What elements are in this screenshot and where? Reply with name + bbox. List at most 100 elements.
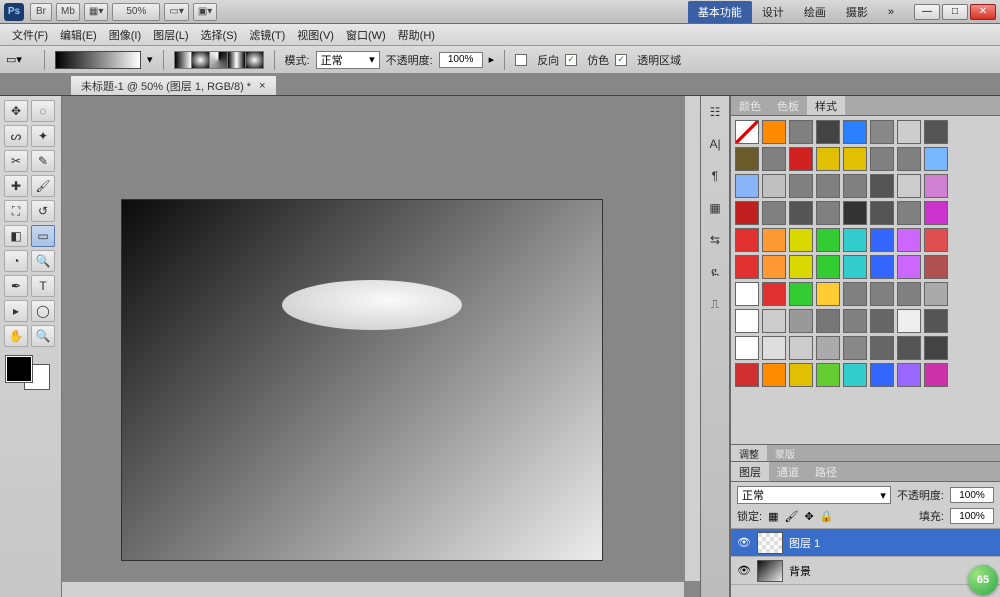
- workspace-design[interactable]: 设计: [752, 1, 794, 23]
- style-swatch[interactable]: [924, 282, 948, 306]
- style-swatch[interactable]: [843, 120, 867, 144]
- visibility-icon[interactable]: 👁: [737, 536, 751, 550]
- style-swatch[interactable]: [816, 147, 840, 171]
- menu-image[interactable]: 图像(I): [103, 27, 147, 43]
- lock-transparent-icon[interactable]: ▦: [768, 510, 778, 523]
- style-swatch[interactable]: [897, 282, 921, 306]
- panel-icon[interactable]: ¶: [705, 166, 725, 186]
- style-swatch[interactable]: [924, 255, 948, 279]
- eraser-tool[interactable]: ◧: [4, 225, 28, 247]
- style-swatch[interactable]: [897, 255, 921, 279]
- style-swatch[interactable]: [870, 363, 894, 387]
- style-swatch[interactable]: [735, 201, 759, 225]
- vertical-scrollbar[interactable]: [684, 96, 700, 581]
- bridge-button[interactable]: Br: [30, 3, 52, 21]
- style-swatch[interactable]: [762, 309, 786, 333]
- panel-icon[interactable]: ☷: [705, 102, 725, 122]
- menu-help[interactable]: 帮助(H): [392, 27, 441, 43]
- lock-pixels-icon[interactable]: 🖌: [784, 510, 798, 523]
- style-swatch[interactable]: [870, 174, 894, 198]
- style-swatch[interactable]: [789, 282, 813, 306]
- menu-view[interactable]: 视图(V): [291, 27, 340, 43]
- style-swatch[interactable]: [924, 201, 948, 225]
- panel-icon[interactable]: ▦: [705, 198, 725, 218]
- hand-tool[interactable]: ✋: [4, 325, 28, 347]
- fill-field[interactable]: 100%: [950, 508, 994, 524]
- style-swatch[interactable]: [762, 282, 786, 306]
- style-swatch[interactable]: [924, 120, 948, 144]
- gradient-preview[interactable]: [55, 51, 141, 69]
- dither-checkbox[interactable]: ✓: [565, 54, 577, 66]
- layer-opacity-field[interactable]: 100%: [950, 487, 994, 503]
- eyedropper-tool[interactable]: ✎: [31, 150, 55, 172]
- style-swatch[interactable]: [735, 282, 759, 306]
- style-swatch[interactable]: [735, 228, 759, 252]
- style-swatch[interactable]: [789, 336, 813, 360]
- gradient-diamond[interactable]: [246, 52, 263, 68]
- style-swatch[interactable]: [789, 201, 813, 225]
- style-swatch[interactable]: [816, 255, 840, 279]
- style-swatch[interactable]: [843, 174, 867, 198]
- style-swatch[interactable]: [762, 228, 786, 252]
- close-icon[interactable]: ×: [259, 80, 265, 92]
- style-swatch[interactable]: [816, 228, 840, 252]
- workspace-essentials[interactable]: 基本功能: [688, 1, 752, 23]
- visibility-icon[interactable]: 👁: [737, 564, 751, 578]
- reverse-checkbox[interactable]: [515, 54, 527, 66]
- menu-layer[interactable]: 图层(L): [147, 27, 194, 43]
- tab-layers[interactable]: 图层: [731, 462, 769, 481]
- tab-adjustments[interactable]: 调整: [731, 445, 767, 461]
- layer-row[interactable]: 👁背景🔒: [731, 557, 1000, 585]
- brush-tool[interactable]: 🖌: [31, 175, 55, 197]
- panel-icon[interactable]: ዪ: [705, 262, 725, 282]
- style-swatch[interactable]: [897, 309, 921, 333]
- window-close[interactable]: ✕: [970, 4, 996, 20]
- trans-checkbox[interactable]: ✓: [615, 54, 627, 66]
- style-swatch[interactable]: [816, 363, 840, 387]
- style-swatch[interactable]: [735, 255, 759, 279]
- zoom-dropdown[interactable]: 50%: [112, 3, 160, 21]
- style-swatch[interactable]: [789, 363, 813, 387]
- window-minimize[interactable]: —: [914, 4, 940, 20]
- minibridge-button[interactable]: Mb: [56, 3, 80, 21]
- path-select-tool[interactable]: ▸: [4, 300, 28, 322]
- style-swatch[interactable]: [924, 228, 948, 252]
- style-swatch[interactable]: [897, 363, 921, 387]
- style-swatch[interactable]: [843, 147, 867, 171]
- style-swatch[interactable]: [870, 201, 894, 225]
- style-swatch[interactable]: [762, 174, 786, 198]
- quick-select-tool[interactable]: ✦: [31, 125, 55, 147]
- workspace-photo[interactable]: 摄影: [836, 1, 878, 23]
- crop-tool[interactable]: ✂: [4, 150, 28, 172]
- menu-filter[interactable]: 滤镜(T): [243, 27, 291, 43]
- panel-icon[interactable]: ⇆: [705, 230, 725, 250]
- style-swatch[interactable]: [897, 228, 921, 252]
- gradient-tool[interactable]: ▭: [31, 225, 55, 247]
- gradient-reflected[interactable]: [228, 52, 246, 68]
- tool-preset[interactable]: ▭▾: [6, 53, 34, 66]
- extras-button[interactable]: ▣▾: [193, 3, 217, 21]
- style-swatch[interactable]: [870, 282, 894, 306]
- style-swatch[interactable]: [870, 309, 894, 333]
- zoom-tool[interactable]: 🔍: [31, 325, 55, 347]
- style-swatch[interactable]: [762, 201, 786, 225]
- style-swatch[interactable]: [816, 309, 840, 333]
- style-swatch[interactable]: [789, 255, 813, 279]
- blend-mode-select[interactable]: 正常▾: [316, 51, 380, 69]
- layer-blend-select[interactable]: 正常▾: [737, 486, 891, 504]
- style-swatch[interactable]: [870, 120, 894, 144]
- menu-window[interactable]: 窗口(W): [340, 27, 392, 43]
- style-swatch[interactable]: [870, 147, 894, 171]
- style-swatch[interactable]: [897, 336, 921, 360]
- horizontal-scrollbar[interactable]: [62, 581, 684, 597]
- opacity-arrow[interactable]: ▸: [489, 53, 495, 66]
- style-swatch[interactable]: [843, 201, 867, 225]
- pen-tool[interactable]: ✒: [4, 275, 28, 297]
- move-tool[interactable]: ✥: [4, 100, 28, 122]
- style-swatch[interactable]: [870, 336, 894, 360]
- tab-color[interactable]: 颜色: [731, 96, 769, 115]
- style-swatch[interactable]: [762, 147, 786, 171]
- gradient-radial[interactable]: [192, 52, 210, 68]
- gradient-angle[interactable]: [210, 52, 228, 68]
- lasso-tool[interactable]: ᔕ: [4, 125, 28, 147]
